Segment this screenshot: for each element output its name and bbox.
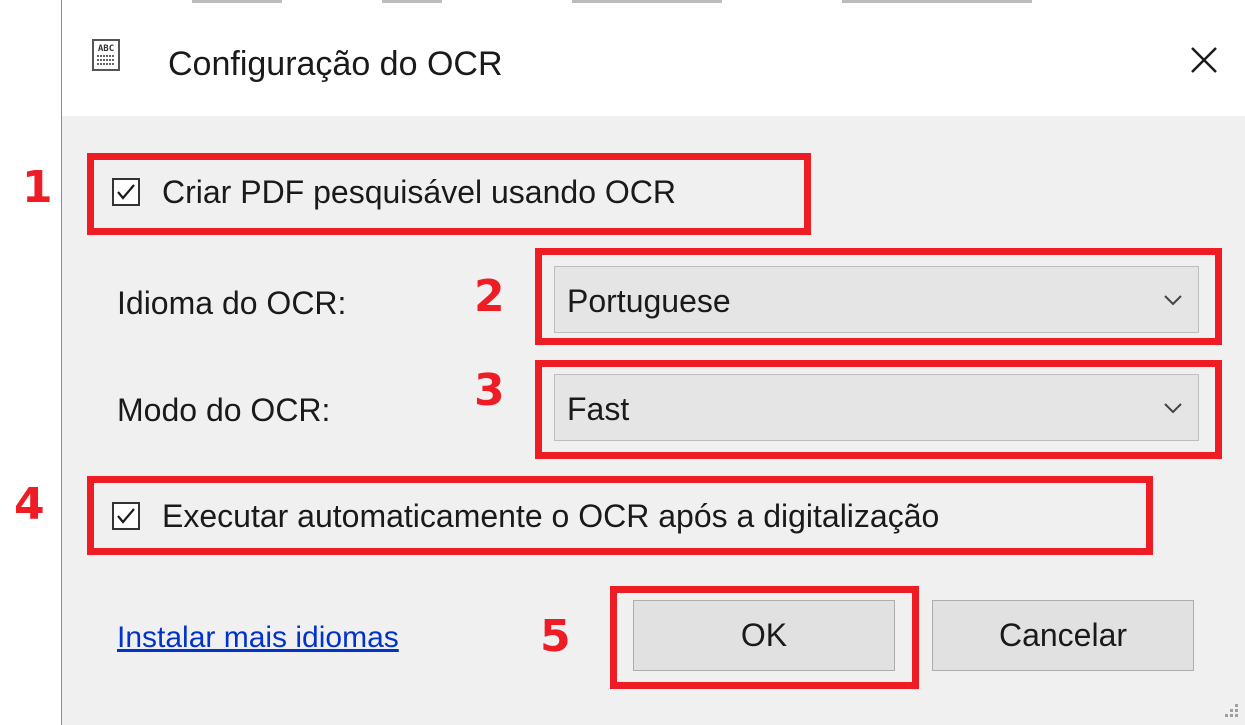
auto-run-ocr-label: Executar automaticamente o OCR após a di… <box>162 498 940 534</box>
resize-grip-icon[interactable] <box>1220 699 1240 719</box>
install-more-languages-link[interactable]: Instalar mais idiomas <box>117 618 399 658</box>
searchable-pdf-checkbox[interactable]: Criar PDF pesquisável usando OCR <box>112 172 676 212</box>
ocr-language-value: Portuguese <box>567 283 731 319</box>
annotation-number-4: 4 <box>14 479 45 530</box>
checkmark-icon <box>117 508 135 524</box>
abc-text-document-icon: ABC <box>92 39 120 71</box>
checkbox-indicator[interactable] <box>112 178 140 206</box>
checkmark-icon <box>117 184 135 200</box>
searchable-pdf-label: Criar PDF pesquisável usando OCR <box>162 174 676 210</box>
annotation-number-3: 3 <box>474 365 505 416</box>
ocr-language-dropdown[interactable]: Portuguese <box>554 266 1199 333</box>
title-bar: ABC Configuração do OCR <box>62 0 1245 116</box>
ocr-language-label: Idioma do OCR: <box>117 285 347 321</box>
chevron-down-icon <box>1164 295 1182 306</box>
cancel-button[interactable]: Cancelar <box>932 600 1194 671</box>
background-window-bleed <box>152 0 1052 4</box>
annotation-number-1: 1 <box>22 162 53 213</box>
ocr-mode-value: Fast <box>567 391 630 427</box>
annotation-number-5: 5 <box>540 611 571 662</box>
checkbox-indicator[interactable] <box>112 502 140 530</box>
annotation-number-2: 2 <box>474 271 505 322</box>
close-x-icon <box>1191 47 1217 73</box>
chevron-down-icon <box>1164 403 1182 414</box>
close-button[interactable] <box>1182 38 1226 82</box>
ocr-mode-label: Modo do OCR: <box>117 392 331 428</box>
auto-run-ocr-checkbox[interactable]: Executar automaticamente o OCR após a di… <box>112 496 939 536</box>
dialog-title: Configuração do OCR <box>168 45 503 83</box>
ocr-mode-dropdown[interactable]: Fast <box>554 374 1199 441</box>
screenshot-stage: ABC Configuração do OCR Criar PDF pesqui… <box>0 0 1245 725</box>
ok-button[interactable]: OK <box>633 600 895 671</box>
svg-text:ABC: ABC <box>98 44 114 54</box>
ocr-settings-dialog: ABC Configuração do OCR Criar PDF pesqui… <box>61 0 1245 725</box>
